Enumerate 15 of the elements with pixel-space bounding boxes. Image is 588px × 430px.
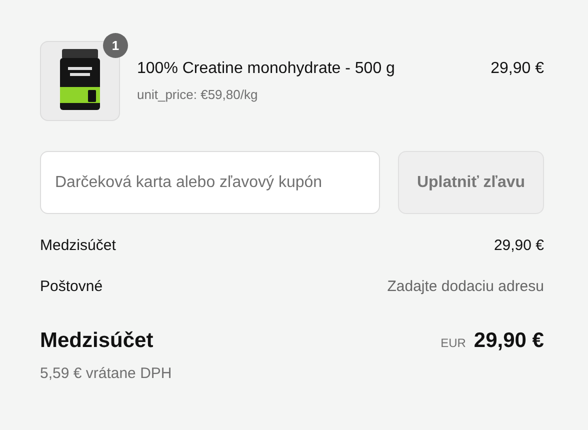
summary-value: Zadajte dodaciu adresu xyxy=(387,277,544,297)
item-price: 29,90 € xyxy=(490,59,544,79)
summary-label: Poštovné xyxy=(40,277,103,297)
summary-label: Medzisúčet xyxy=(40,236,116,256)
product-title: 100% Creatine monohydrate - 500 g xyxy=(137,59,396,79)
currency-code: EUR xyxy=(440,335,466,352)
discount-code-field[interactable]: Darčeková karta alebo zľavový kupón xyxy=(40,151,380,214)
total-amount: 29,90 € xyxy=(474,328,544,354)
unit-price: unit_price: €59,80/kg xyxy=(137,86,259,104)
apply-discount-button[interactable]: Uplatniť zľavu xyxy=(398,151,544,214)
quantity-badge: 1 xyxy=(103,33,128,58)
product-jar-drawing xyxy=(58,49,102,113)
total-label: Medzisúčet xyxy=(40,328,154,354)
summary-value: 29,90 € xyxy=(494,236,544,256)
tax-note: 5,59 € vrátane DPH xyxy=(40,364,173,384)
